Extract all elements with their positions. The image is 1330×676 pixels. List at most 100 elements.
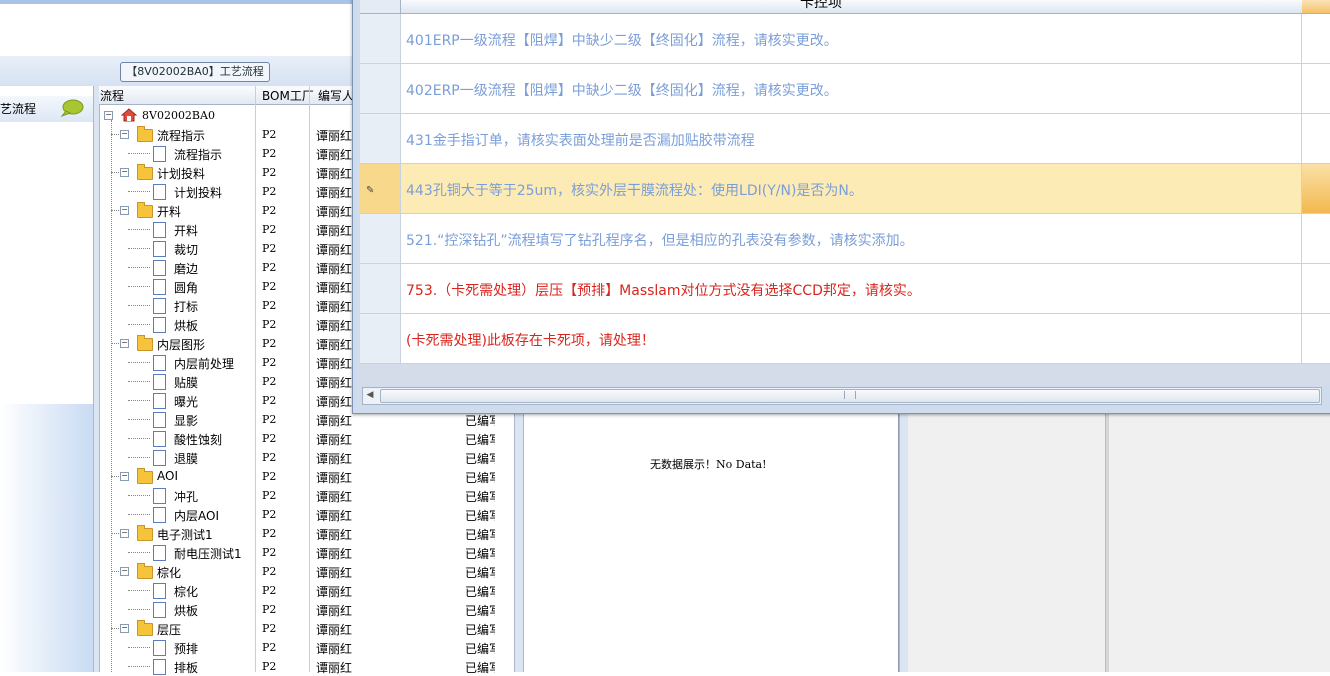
folder-icon	[137, 335, 153, 351]
cell-divider	[1301, 214, 1302, 263]
tree-row[interactable]: 打标 P2 谭丽红	[99, 296, 359, 315]
tree-row[interactable]: 开料 P2 谭丽红	[99, 220, 359, 239]
writer-cell: 谭丽红	[316, 509, 353, 523]
collapse-icon[interactable]: −	[120, 624, 129, 633]
tree-row[interactable]: 显影 P2 谭丽红	[99, 410, 359, 429]
tree-row[interactable]: 流程指示 P2 谭丽红	[99, 144, 359, 163]
tree-row[interactable]: − 棕化 P2 谭丽红	[99, 562, 359, 581]
control-item-row[interactable]: (卡死需处理)此板存在卡死项，请处理！	[360, 314, 1330, 364]
column-header-flow[interactable]: 流程	[100, 87, 124, 104]
tree-row[interactable]: 裁切 P2 谭丽红	[99, 239, 359, 258]
row-indicator[interactable]	[360, 114, 401, 163]
tree-connector	[128, 609, 150, 610]
collapse-icon[interactable]: −	[120, 567, 129, 576]
bom-factory-cell: P2	[262, 185, 277, 198]
bom-factory-cell: P2	[262, 318, 277, 331]
tree-connector	[128, 647, 150, 648]
tree-connector	[128, 191, 150, 192]
bom-factory-cell: P2	[262, 128, 277, 141]
tree-connector	[128, 324, 150, 325]
no-data-message: 无数据展示！No Data!	[650, 458, 767, 471]
tree-node-label: 酸性蚀刻	[174, 433, 223, 447]
control-item-row[interactable]: 401ERP一级流程【阻焊】中缺少二级【终固化】流程，请核实更改。	[360, 14, 1330, 64]
middle-splitter[interactable]	[514, 404, 524, 672]
status-cell: 已编写	[465, 604, 495, 618]
tree-connector	[128, 419, 150, 420]
column-header-bom[interactable]: BOM工厂	[262, 87, 314, 104]
status-cell: 已编写	[465, 433, 495, 447]
detail-panel	[524, 404, 899, 672]
tree-row[interactable]: − 电子测试1 P2 谭丽红	[99, 524, 359, 543]
tree-row[interactable]: 圆角 P2 谭丽红	[99, 277, 359, 296]
tree-connector	[128, 495, 150, 496]
tree-root-row[interactable]: − 8V02002BA0	[99, 106, 359, 125]
tree-row[interactable]: − 流程指示 P2 谭丽红	[99, 125, 359, 144]
row-indicator[interactable]	[360, 14, 401, 63]
bom-factory-cell: P2	[262, 451, 277, 464]
folder-icon	[137, 468, 153, 484]
tree-node-label: 内层前处理	[174, 357, 235, 371]
tree-row[interactable]: 排板 P2 谭丽红	[99, 657, 359, 676]
tree-node-label: 显影	[174, 414, 199, 428]
scroll-left-arrow-icon[interactable]: ◀	[364, 389, 376, 401]
tree-row[interactable]: 内层AOI P2 谭丽红	[99, 505, 359, 524]
writer-cell: 谭丽红	[316, 528, 353, 542]
tree-row[interactable]: − 内层图形 P2 谭丽红	[99, 334, 359, 353]
left-gradient-area	[0, 404, 93, 672]
control-item-row[interactable]: 443孔铜大于等于25um，核实外层干膜流程处：使用LDI(Y/N)是否为N。	[360, 164, 1330, 214]
tree-row[interactable]: 内层前处理 P2 谭丽红	[99, 353, 359, 372]
control-item-row[interactable]: 753.（卡死需处理）层压【预排】Masslam对位方式没有选择CCD邦定，请核…	[360, 264, 1330, 314]
collapse-icon[interactable]: −	[120, 130, 129, 139]
document-icon	[153, 488, 166, 504]
dialog-column-title[interactable]: 卡控项	[800, 0, 842, 12]
control-item-row[interactable]: 431金手指订单，请核实表面处理前是否漏加贴胶带流程	[360, 114, 1330, 164]
tree-connector	[128, 305, 150, 306]
tree-row[interactable]: − 层压 P2 谭丽红	[99, 619, 359, 638]
tree-row[interactable]: 棕化 P2 谭丽红	[99, 581, 359, 600]
tree-node-label: 贴膜	[174, 376, 199, 390]
document-icon	[153, 450, 166, 466]
row-indicator[interactable]	[360, 264, 401, 313]
tree-row[interactable]: 烘板 P2 谭丽红	[99, 600, 359, 619]
document-icon	[153, 507, 166, 523]
document-icon	[153, 279, 166, 295]
process-flow-tab[interactable]: 【8V02002BA0】工艺流程	[120, 62, 270, 82]
tree-row[interactable]: 曝光 P2 谭丽红	[99, 391, 359, 410]
folder-icon	[137, 620, 153, 636]
tree-row[interactable]: 退膜 P2 谭丽红	[99, 448, 359, 467]
tree-row[interactable]: − 开料 P2 谭丽红	[99, 201, 359, 220]
bom-factory-cell: P2	[262, 622, 277, 635]
document-icon	[153, 184, 166, 200]
collapse-icon[interactable]: −	[120, 168, 129, 177]
tree-row[interactable]: 预排 P2 谭丽红	[99, 638, 359, 657]
document-icon	[153, 298, 166, 314]
control-item-row[interactable]: 402ERP一级流程【阻焊】中缺少二级【终固化】流程，请核实更改。	[360, 64, 1330, 114]
tree-row[interactable]: − AOI P2 谭丽红	[99, 467, 359, 486]
tree-node-label: 计划投料	[174, 186, 223, 200]
tree-row[interactable]: 冲孔 P2 谭丽红	[99, 486, 359, 505]
row-indicator[interactable]	[360, 314, 401, 363]
writer-cell: 谭丽红	[316, 281, 353, 295]
tree-row[interactable]: 磨边 P2 谭丽红	[99, 258, 359, 277]
tree-row[interactable]: 耐电压测试1 P2 谭丽红	[99, 543, 359, 562]
tree-row[interactable]: − 计划投料 P2 谭丽红	[99, 163, 359, 182]
tree-row[interactable]: 贴膜 P2 谭丽红	[99, 372, 359, 391]
collapse-icon[interactable]: −	[120, 472, 129, 481]
tree-row[interactable]: 酸性蚀刻 P2 谭丽红	[99, 429, 359, 448]
tree-row[interactable]: 计划投料 P2 谭丽红	[99, 182, 359, 201]
collapse-icon[interactable]: −	[120, 206, 129, 215]
tree-node-label: 耐电压测试1	[174, 547, 242, 561]
collapse-icon[interactable]: −	[120, 339, 129, 348]
right-panel-divider	[1105, 404, 1109, 672]
writer-cell: 谭丽红	[316, 148, 353, 162]
control-item-message: 402ERP一级流程【阻焊】中缺少二级【终固化】流程，请核实更改。	[406, 83, 838, 99]
row-indicator[interactable]	[360, 64, 401, 113]
collapse-icon[interactable]: −	[120, 529, 129, 538]
writer-cell: 谭丽红	[316, 300, 353, 314]
row-indicator[interactable]	[360, 214, 401, 263]
tree-row[interactable]: 烘板 P2 谭丽红	[99, 315, 359, 334]
bom-factory-cell: P2	[262, 280, 277, 293]
control-item-row[interactable]: 521.“控深钻孔”流程填写了钻孔程序名，但是相应的孔表没有参数，请核实添加。	[360, 214, 1330, 264]
collapse-icon[interactable]: −	[104, 111, 113, 120]
column-header-writer[interactable]: 编写人	[318, 87, 354, 104]
